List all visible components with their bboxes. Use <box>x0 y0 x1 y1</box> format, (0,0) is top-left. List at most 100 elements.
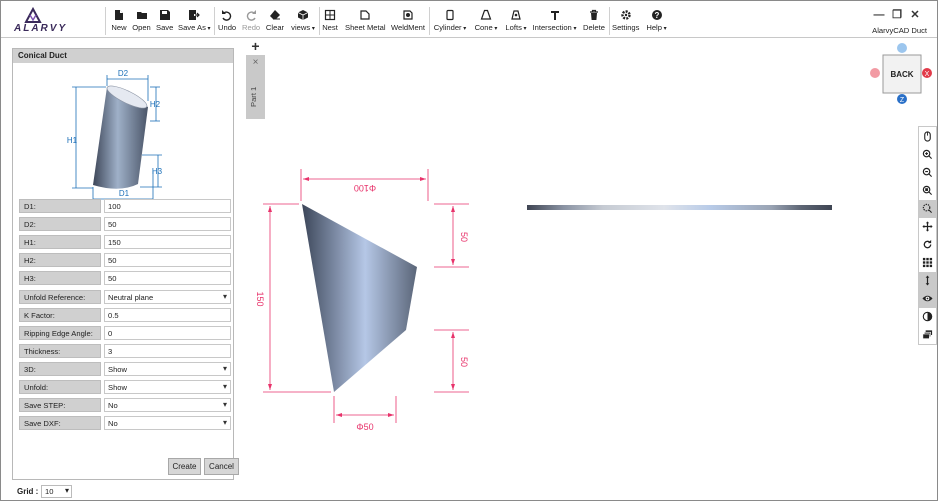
input-d2[interactable]: 50 <box>104 217 231 232</box>
minimize-icon[interactable]: — <box>873 9 885 21</box>
field-row-d2: D2: 50 <box>19 217 231 232</box>
input-d1[interactable]: 100 <box>104 199 231 213</box>
views-button[interactable]: views ▾ <box>290 9 316 35</box>
field-row-save-step: Save STEP: No <box>19 398 231 413</box>
intersection-button[interactable]: Intersection ▾ <box>532 9 577 35</box>
diagram-label-d2: D2 <box>118 69 129 78</box>
move-arrows-icon <box>922 221 933 234</box>
select-save-dxf[interactable]: No <box>104 416 231 431</box>
close-icon[interactable]: ✕ <box>909 9 921 21</box>
dimension-toggle-button[interactable] <box>919 272 936 290</box>
view-cube-top-handle <box>897 43 907 53</box>
input-h3[interactable]: 50 <box>104 271 231 286</box>
sheet-metal-button[interactable]: Sheet Metal <box>345 9 386 35</box>
cancel-button[interactable]: Cancel <box>204 458 239 475</box>
help-button[interactable]: ? Help ▾ <box>645 9 668 35</box>
grid-icon <box>922 257 933 270</box>
open-button[interactable]: Open <box>131 9 152 35</box>
field-label-save-dxf: Save DXF: <box>19 416 101 431</box>
diagram-label-d1: D1 <box>119 189 130 198</box>
toolbar: ALARVY New Open Save Save As ▾ Undo Redo <box>1 1 937 38</box>
redo-icon <box>242 9 260 22</box>
cone-button[interactable]: Cone ▾ <box>472 9 500 35</box>
grid-toggle-button[interactable] <box>919 254 936 272</box>
field-row-h3: H3: 50 <box>19 271 231 286</box>
lofts-button[interactable]: Lofts ▾ <box>503 9 529 35</box>
select-save-step[interactable]: No <box>104 398 231 413</box>
restore-icon[interactable]: ❐ <box>891 9 903 21</box>
panel-title: Conical Duct <box>13 49 233 63</box>
mouse-icon <box>922 131 933 144</box>
contrast-icon <box>922 311 933 324</box>
cylinder-icon <box>432 9 468 22</box>
dim-label-h3: 50 <box>459 357 469 367</box>
delete-button[interactable]: Delete <box>583 9 605 35</box>
shading-toggle-button[interactable] <box>919 308 936 326</box>
input-thickness[interactable]: 3 <box>104 343 231 358</box>
app-window: ALARVY New Open Save Save As ▾ Undo Redo <box>0 0 938 501</box>
cone-icon <box>472 9 500 22</box>
field-label-h1: H1: <box>19 235 101 250</box>
cube-icon <box>290 9 316 22</box>
field-row-h1: H1: 150 <box>19 235 231 250</box>
field-label-h2: H2: <box>19 253 101 268</box>
intersection-icon <box>532 9 577 22</box>
close-part-icon[interactable]: × <box>246 57 265 68</box>
input-h1[interactable]: 150 <box>104 235 231 250</box>
field-label-k-factor: K Factor: <box>19 307 101 322</box>
eraser-icon <box>265 9 285 22</box>
grid-size-select[interactable]: 10 <box>41 485 72 498</box>
save-as-button[interactable]: Save As ▾ <box>178 9 211 35</box>
part-tab-label: Part 1 <box>249 86 258 107</box>
weldment-button[interactable]: WeldMent <box>390 9 426 35</box>
cylinder-button[interactable]: Cylinder ▾ <box>432 9 468 35</box>
field-row-unfold: Unfold: Show <box>19 380 231 394</box>
input-k-factor[interactable]: 0.5 <box>104 307 231 322</box>
separator <box>609 7 610 35</box>
field-row-unfold-reference: Unfold Reference: Neutral plane <box>19 289 231 304</box>
redo-button[interactable]: Redo <box>242 9 260 35</box>
field-row-ripping-edge-angle: Ripping Edge Angle: 0 <box>19 325 231 340</box>
separator <box>105 7 106 35</box>
rotate-icon <box>922 239 933 252</box>
field-label-h3: H3: <box>19 271 101 286</box>
settings-button[interactable]: Settings <box>612 9 639 35</box>
tab-part-1[interactable]: × Part 1 <box>246 55 265 119</box>
svg-text:ALARVY: ALARVY <box>13 23 67 33</box>
save-button[interactable]: Save <box>156 9 173 35</box>
grid-label: Grid : <box>17 487 39 496</box>
select-3d[interactable]: Show <box>104 361 231 376</box>
zoom-fit-button[interactable] <box>919 182 936 200</box>
svg-text:X: X <box>925 71 930 78</box>
input-ripping-edge-angle[interactable]: 0 <box>104 325 231 340</box>
pan-button[interactable] <box>919 218 936 236</box>
separator <box>319 7 320 35</box>
zoom-window-button[interactable] <box>919 200 936 218</box>
weldment-icon <box>390 9 426 22</box>
zoom-out-button[interactable] <box>919 164 936 182</box>
part-tabs: + × Part 1 <box>246 38 265 119</box>
field-label-unfold: Unfold: <box>19 380 101 394</box>
layers-icon <box>922 330 933 342</box>
mouse-mode-button[interactable] <box>919 128 936 146</box>
select-unfold-reference[interactable]: Neutral plane <box>104 289 231 304</box>
field-row-k-factor: K Factor: 0.5 <box>19 307 231 322</box>
save-as-icon <box>178 9 210 22</box>
add-part-button[interactable]: + <box>246 38 265 55</box>
create-button[interactable]: Create <box>168 458 201 475</box>
visibility-toggle-button[interactable] <box>919 290 936 308</box>
diagram-label-h1: H1 <box>67 136 78 145</box>
layers-button[interactable] <box>919 326 936 344</box>
rotate-button[interactable] <box>919 236 936 254</box>
loft-icon <box>503 9 529 22</box>
undo-button[interactable]: Undo <box>218 9 236 35</box>
zoom-in-button[interactable] <box>919 146 936 164</box>
app-title: AlarvyCAD Duct <box>872 26 927 35</box>
view-cube[interactable]: X Z BACK <box>869 42 935 106</box>
clear-button[interactable]: Clear <box>265 9 285 35</box>
input-h2[interactable]: 50 <box>104 253 231 268</box>
new-button[interactable]: New <box>110 9 128 35</box>
undo-icon <box>218 9 236 22</box>
select-unfold[interactable]: Show <box>104 380 231 394</box>
nest-button[interactable]: Nest <box>322 9 338 35</box>
